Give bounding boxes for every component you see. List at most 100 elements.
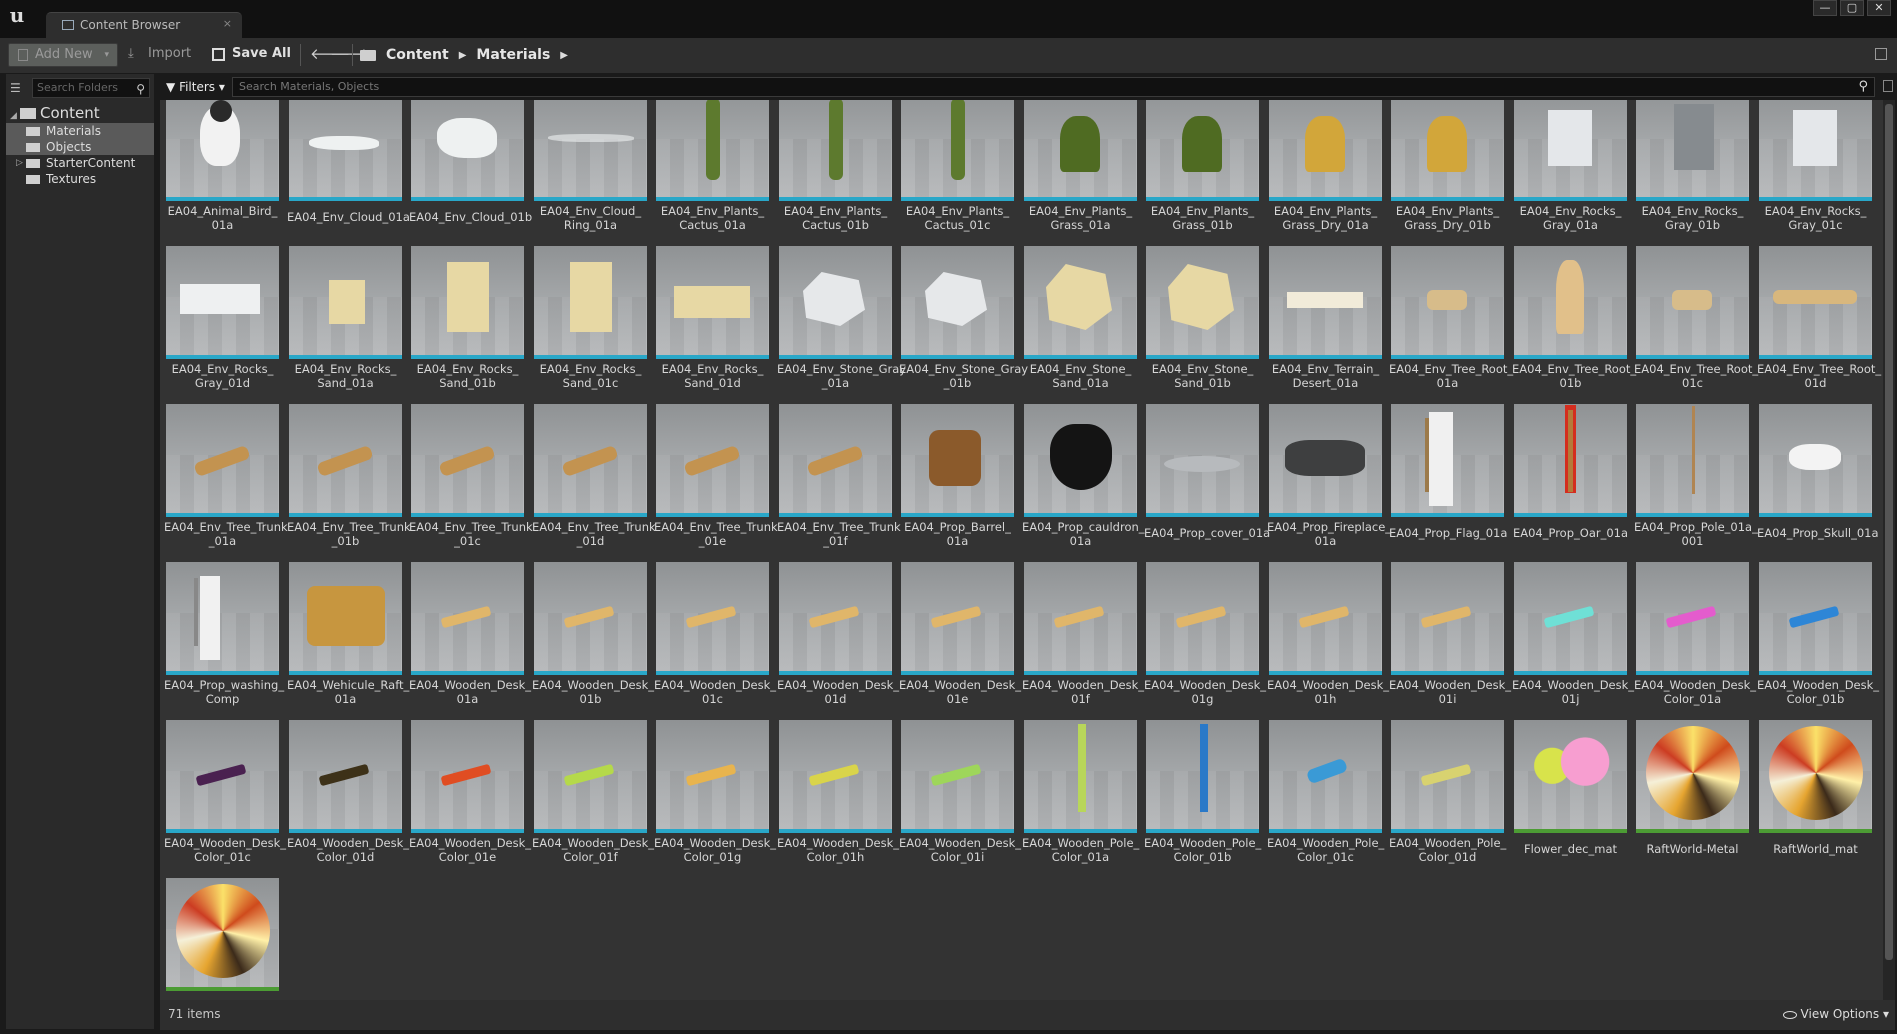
asset-thumbnail[interactable] (166, 562, 279, 675)
asset-thumbnail[interactable] (1024, 100, 1137, 201)
asset-tile[interactable]: EA04_Env_Rocks_ Sand_01c (532, 242, 649, 392)
asset-thumbnail[interactable] (1759, 100, 1872, 201)
asset-thumbnail[interactable] (901, 720, 1014, 833)
asset-thumbnail[interactable] (1636, 246, 1749, 359)
asset-tile[interactable]: EA04_Env_Rocks_ Sand_01a (287, 242, 404, 392)
asset-thumbnail[interactable] (1636, 720, 1749, 833)
asset-thumbnail[interactable] (1759, 720, 1872, 833)
asset-thumbnail[interactable] (1269, 100, 1382, 201)
asset-tile[interactable]: EA04_Env_Rocks_ Gray_01a (1512, 100, 1629, 234)
asset-thumbnail[interactable] (1759, 562, 1872, 675)
asset-thumbnail[interactable] (656, 404, 769, 517)
asset-tile[interactable]: EA04_Env_Plants_ Cactus_01a (654, 100, 771, 234)
asset-thumbnail[interactable] (1269, 720, 1382, 833)
filters-button[interactable]: ▼ Filters ▾ (166, 77, 225, 97)
asset-thumbnail[interactable] (1024, 246, 1137, 359)
asset-thumbnail[interactable] (289, 562, 402, 675)
asset-thumbnail[interactable] (1269, 246, 1382, 359)
asset-thumbnail[interactable] (901, 246, 1014, 359)
asset-thumbnail[interactable] (411, 246, 524, 359)
close-button[interactable]: ✕ (1867, 0, 1891, 16)
asset-thumbnail[interactable] (1636, 100, 1749, 201)
asset-thumbnail[interactable] (166, 404, 279, 517)
asset-tile[interactable]: EA04_Env_Rocks_ Gray_01d (164, 242, 281, 392)
asset-tile[interactable]: EA04_Wooden_Desk_ 01g (1144, 558, 1266, 708)
asset-thumbnail[interactable] (534, 562, 647, 675)
asset-thumbnail[interactable] (1269, 562, 1382, 675)
asset-thumbnail[interactable] (1391, 100, 1504, 201)
asset-tile[interactable] (164, 874, 281, 1000)
asset-tile[interactable]: EA04_Wooden_Desk_ 01b (532, 558, 654, 708)
breadcrumb-content[interactable]: Content (386, 47, 449, 63)
scrollbar-thumb[interactable] (1885, 104, 1893, 960)
asset-tile[interactable]: EA04_Env_Tree_Root_ 01b (1512, 242, 1636, 392)
asset-thumbnail[interactable] (901, 404, 1014, 517)
asset-thumbnail[interactable] (901, 562, 1014, 675)
asset-tile[interactable]: EA04_Animal_Bird_ 01a (164, 100, 281, 234)
asset-tile[interactable]: EA04_Env_Cloud_ Ring_01a (532, 100, 649, 234)
tab-close-icon[interactable]: × (223, 17, 232, 30)
asset-tile[interactable]: EA04_Env_Stone_ Sand_01a (1022, 242, 1139, 392)
tab-content-browser[interactable]: Content Browser × (46, 12, 242, 38)
tree-item-content[interactable]: ◢ Content (6, 104, 154, 122)
asset-thumbnail[interactable] (1514, 562, 1627, 675)
import-button[interactable]: ⤓ Import (128, 43, 191, 67)
tree-item-materials[interactable]: Materials (6, 123, 154, 139)
asset-thumbnail[interactable] (289, 404, 402, 517)
asset-thumbnail[interactable] (1636, 404, 1749, 517)
asset-thumbnail[interactable] (289, 100, 402, 201)
asset-tile[interactable]: EA04_Wehicule_Raft_ 01a (287, 558, 409, 708)
asset-tile[interactable]: EA04_Wooden_Desk_ 01i (1389, 558, 1511, 708)
view-options-button[interactable]: View Options ▾ (1782, 1007, 1889, 1021)
asset-thumbnail[interactable] (166, 720, 279, 833)
asset-tile[interactable]: EA04_Wooden_Desk_ Color_01a (1634, 558, 1756, 708)
asset-tile[interactable]: EA04_Env_Rocks_ Sand_01b (409, 242, 526, 392)
minimize-button[interactable]: — (1813, 0, 1837, 16)
asset-thumbnail[interactable] (779, 562, 892, 675)
asset-tile[interactable]: EA04_Wooden_Desk_ Color_01i (899, 716, 1021, 866)
save-all-button[interactable]: Save All (212, 43, 291, 67)
folder-search-input[interactable]: Search Folders ⚲ (32, 78, 150, 98)
asset-tile[interactable]: EA04_Prop_Skull_01a (1757, 400, 1879, 550)
sources-toggle-icon[interactable]: ☰ (10, 81, 26, 95)
asset-tile[interactable]: EA04_Env_Plants_ Grass_01b (1144, 100, 1261, 234)
asset-tile[interactable]: EA04_Env_Plants_ Grass_Dry_01a (1267, 100, 1384, 234)
asset-tile[interactable]: RaftWorld_mat (1757, 716, 1874, 866)
asset-tile[interactable]: EA04_Env_Stone_ Sand_01b (1144, 242, 1261, 392)
asset-tile[interactable]: EA04_Prop_Fireplace_ 01a (1267, 400, 1391, 550)
asset-thumbnail[interactable] (1759, 404, 1872, 517)
asset-thumbnail[interactable] (1024, 720, 1137, 833)
asset-tile[interactable]: EA04_Wooden_Desk_ 01c (654, 558, 776, 708)
asset-tile[interactable]: EA04_Env_Plants_ Grass_Dry_01b (1389, 100, 1506, 234)
asset-thumbnail[interactable] (656, 100, 769, 201)
asset-thumbnail[interactable] (166, 246, 279, 359)
asset-thumbnail[interactable] (1391, 404, 1504, 517)
asset-thumbnail[interactable] (1146, 562, 1259, 675)
asset-thumbnail[interactable] (534, 720, 647, 833)
asset-tile[interactable]: EA04_Env_Plants_ Grass_01a (1022, 100, 1139, 234)
asset-thumbnail[interactable] (1024, 562, 1137, 675)
asset-thumbnail[interactable] (1146, 100, 1259, 201)
asset-tile[interactable]: EA04_Wooden_Desk_ Color_01g (654, 716, 776, 866)
asset-thumbnail[interactable] (534, 404, 647, 517)
asset-tile[interactable]: EA04_Wooden_Desk_ 01j (1512, 558, 1634, 708)
asset-tile[interactable]: EA04_Env_Rocks_ Sand_01d (654, 242, 771, 392)
asset-tile[interactable]: EA04_Prop_washing_ Comp (164, 558, 284, 708)
asset-tile[interactable]: EA04_Env_Tree_Trunk _01f (777, 400, 901, 550)
asset-tile[interactable]: EA04_Wooden_Desk_ Color_01b (1757, 558, 1879, 708)
asset-thumbnail[interactable] (289, 246, 402, 359)
asset-tile[interactable]: EA04_Env_Cloud_01a (287, 100, 410, 234)
asset-tile[interactable]: EA04_Prop_Barrel_ 01a (899, 400, 1016, 550)
asset-tile[interactable]: EA04_Env_Tree_Root_ 01c (1634, 242, 1758, 392)
asset-thumbnail[interactable] (779, 720, 892, 833)
asset-thumbnail[interactable] (779, 404, 892, 517)
asset-tile[interactable]: EA04_Env_Tree_Trunk _01d (532, 400, 656, 550)
asset-tile[interactable]: EA04_Prop_cover_01a (1144, 400, 1270, 550)
tree-item-startercontent[interactable]: ▷ StarterContent (6, 155, 154, 171)
asset-tile[interactable]: EA04_Prop_Oar_01a (1512, 400, 1629, 550)
asset-thumbnail[interactable] (901, 100, 1014, 201)
asset-thumbnail[interactable] (1636, 562, 1749, 675)
asset-tile[interactable]: EA04_Wooden_Desk_ Color_01h (777, 716, 899, 866)
asset-thumbnail[interactable] (779, 100, 892, 201)
lock-icon[interactable] (1875, 48, 1887, 60)
